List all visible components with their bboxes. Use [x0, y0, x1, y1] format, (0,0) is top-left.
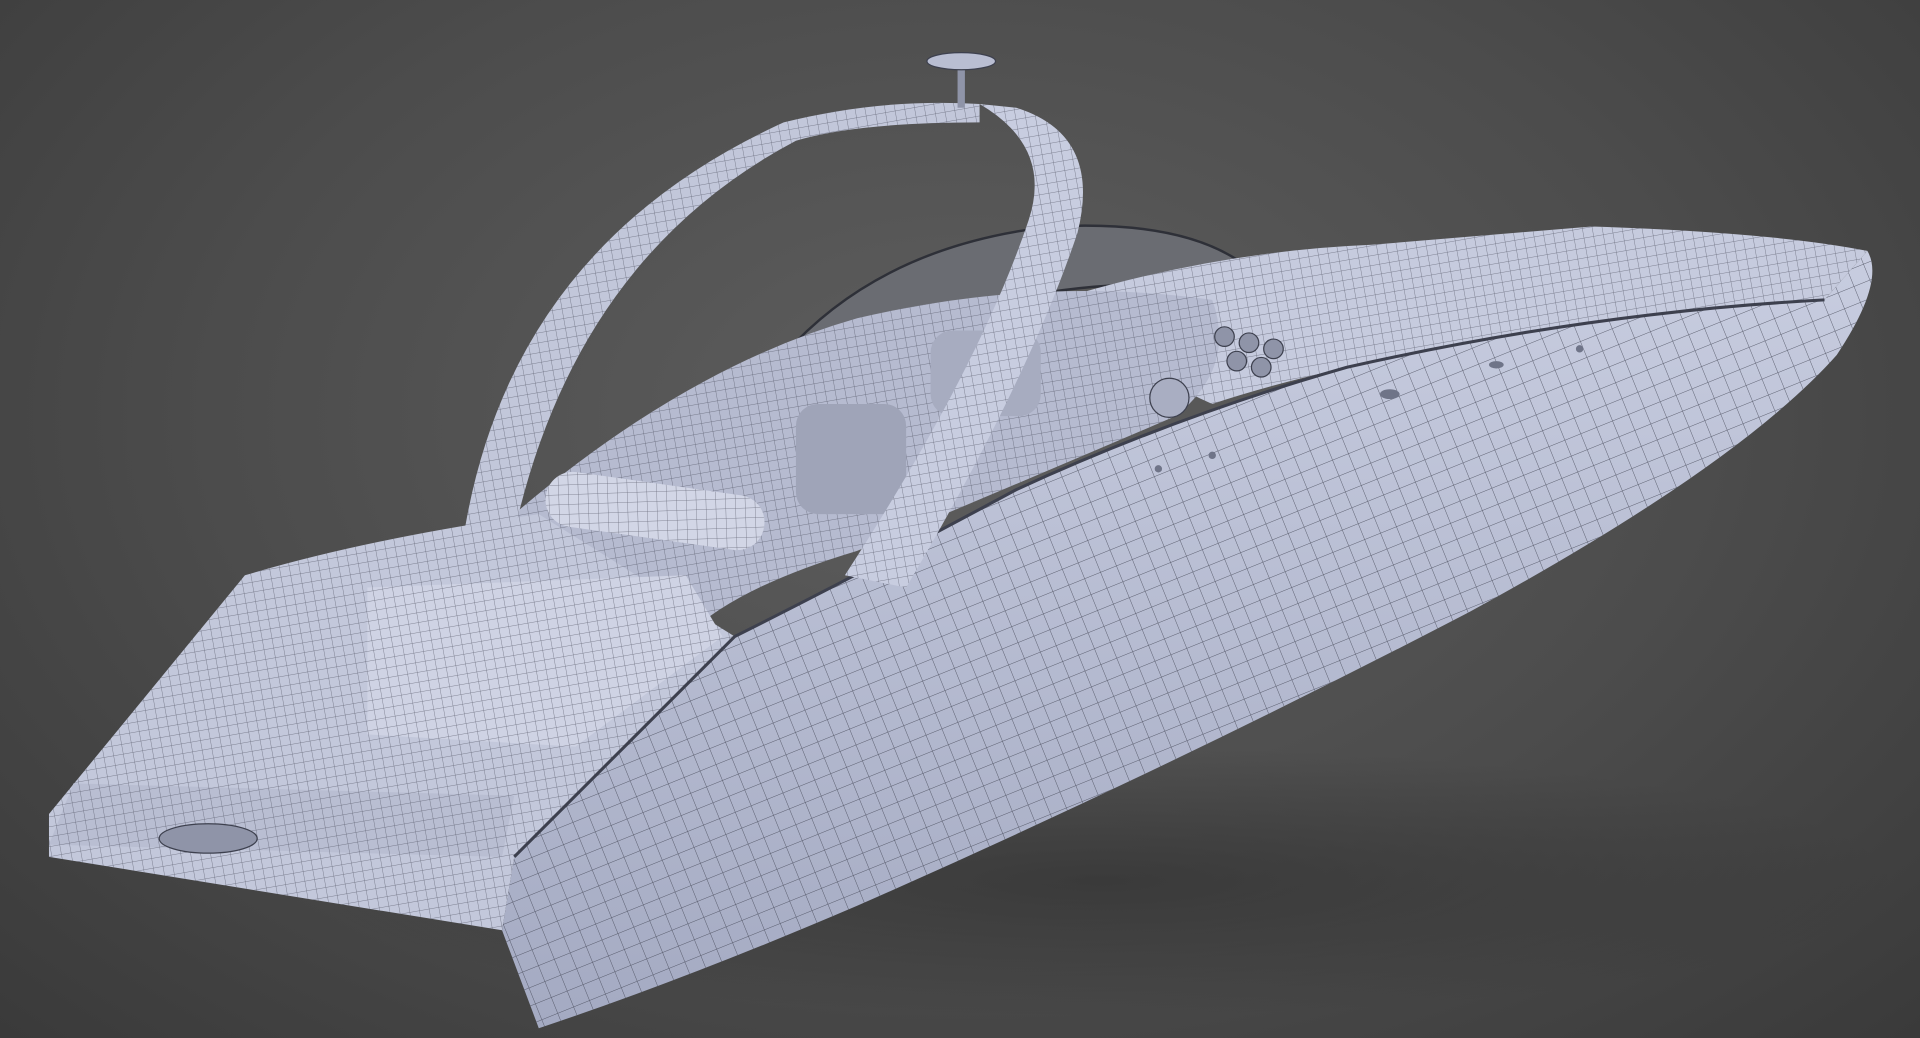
swim-platform-hatch [158, 823, 258, 854]
seat [795, 403, 907, 515]
render-viewport [48, 52, 1898, 1029]
radar-antenna [926, 52, 997, 108]
